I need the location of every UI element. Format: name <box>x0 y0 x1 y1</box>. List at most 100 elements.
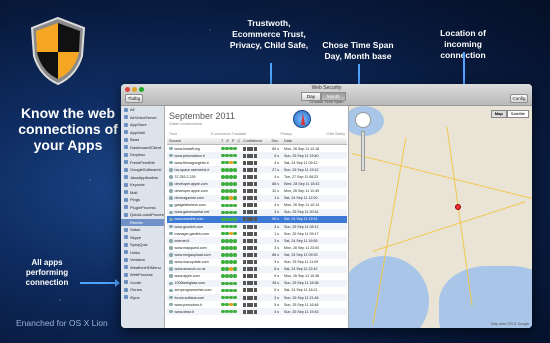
confidence-bar-icon <box>253 153 257 158</box>
source-text: 1005webglass.com <box>174 281 206 286</box>
sidebar-item[interactable]: WeatherHDMenu <box>121 264 164 272</box>
table-row[interactable]: www.thesaguegetto.it 4 s Sat, 24 Sep 11 09… <box>167 159 347 166</box>
col-source[interactable]: Source <box>167 139 221 143</box>
filter-trust[interactable]: Trust <box>169 132 177 136</box>
source-cell: developer.apple.com <box>167 182 221 186</box>
table-row[interactable]: forum.softana.com 3 s Sun, 25 Sep 11 21:46 <box>167 293 347 302</box>
table-row[interactable]: www.mapquest.com 3 s Mon, 26 Sep 11 23:00 <box>167 244 347 251</box>
table-row[interactable]: devmagazine.com 1 s Sat, 24 Sep 11 12:20 <box>167 194 347 202</box>
map-type-map[interactable]: Map <box>490 110 507 118</box>
sidebar-item[interactable]: Dropbox <box>121 151 164 159</box>
table-row[interactable]: 37.253.2.239 4 s Tue, 27 Sep 11 08:23 <box>167 173 347 180</box>
sidebar-item[interactable]: iTunes <box>121 286 164 294</box>
table-row[interactable]: gadgetsforless.com 4 s Mon, 26 Sep 11 10:1… <box>167 202 347 209</box>
sidebar-item[interactable]: PluginProcess <box>121 204 164 212</box>
col-confidence[interactable]: Confidence <box>243 139 265 143</box>
trust-dot-icon <box>225 260 229 264</box>
date-cell: Mon, 26 Sep 11 10:14 <box>284 203 320 208</box>
source-cell: hw-space.usemetrix.it <box>167 168 221 172</box>
trust-indicators <box>221 239 243 243</box>
sec-cell: 4 s <box>274 309 279 314</box>
table-row[interactable]: www.gsocket.com 3 s Sun, 25 Sep 11 08:12 <box>167 223 347 231</box>
sidebar-item[interactable]: AppStore <box>121 121 164 129</box>
source-text: gadgetsforless.com <box>174 203 206 208</box>
map-panel[interactable]: Map Satellite Map data ©2011 Google <box>349 106 532 328</box>
sidebar-item[interactable]: iSync <box>121 294 164 302</box>
sec-cell: 3 s <box>274 238 279 243</box>
app-icon <box>124 220 128 225</box>
source-cell: www.pomodoro.it <box>167 303 221 307</box>
trust-dot-icon <box>221 239 225 243</box>
trust-dot-icon <box>233 288 237 293</box>
trust-dot-icon <box>233 246 237 250</box>
favicon-icon <box>169 253 173 257</box>
col-date[interactable]: Date <box>281 139 331 143</box>
sidebar-item[interactable]: Ventana <box>121 256 164 264</box>
date-cell: Sat, 24 Sep 11 12:20 <box>284 196 318 201</box>
table-row[interactable]: manager.gardelo.com 1 s Sun, 25 Sep 11 09:… <box>167 230 347 237</box>
table-row[interactable]: www.wbsx.it 4 s Sun, 25 Sep 11 19:43 <box>167 308 347 316</box>
confidence-bar-icon <box>253 160 257 165</box>
table-row[interactable]: www.gamesactive.net 3 s Sun, 25 Sep 11 20:… <box>167 208 347 216</box>
app-icon <box>124 122 128 127</box>
sidebar-item[interactable]: Mail <box>121 189 164 197</box>
col-sec[interactable]: Sec. <box>265 139 281 143</box>
sidebar-item[interactable]: WebProcess <box>121 271 164 279</box>
table-row[interactable]: zeroprogramecher.com 5 s Sat, 24 Sep 11 16… <box>167 287 347 294</box>
trust-dot-icon <box>229 231 233 236</box>
confidence-bar-icon <box>253 167 257 172</box>
sidebar-item[interactable]: Uniko <box>121 249 164 257</box>
sidebar-item[interactable]: QuickLookdProcess <box>121 211 164 219</box>
sidebar-item[interactable]: Reeder <box>121 218 164 226</box>
filter-privacy[interactable]: Privacy <box>280 132 291 136</box>
map-pan-control[interactable] <box>355 112 371 128</box>
source-cell: forum.softana.com <box>167 296 221 300</box>
sidebar-item[interactable]: JavaApplication <box>121 174 164 182</box>
sidebar-item[interactable]: AppWall <box>121 129 164 137</box>
sidebar-item[interactable]: Dashboard/Client <box>121 144 164 152</box>
sidebar-item[interactable]: All <box>121 106 164 114</box>
sidebar-item[interactable]: Keynote <box>121 181 164 189</box>
sidebar-item[interactable]: Blast <box>121 136 164 144</box>
table-row[interactable]: www.megaupload.com 86 s Sat, 24 Sep 11 09:… <box>167 251 347 259</box>
table-row[interactable]: www.petrostation.it 5 s Sun, 25 Sep 11 19:… <box>167 152 347 160</box>
table-row[interactable]: www.macfirle.com 59 s Sat, 24 Sep 11 19:31 <box>167 215 347 224</box>
sidebar-item[interactable]: AirVideoServer <box>121 114 164 122</box>
table-row[interactable]: developer.apple.com 32 s Mon, 26 Sep 11 12… <box>167 188 347 195</box>
table-row[interactable]: www.kirstaff.org 85 s Mon, 26 Sep 11 12:18 <box>167 145 347 152</box>
map-type-satellite[interactable]: Satellite <box>506 110 529 118</box>
table-row[interactable]: www.amazon.co.uk 6 s Sat, 24 Sep 11 22:42 <box>167 265 347 273</box>
trust-dot-icon <box>229 175 233 179</box>
filter-ecommerce[interactable]: E-commerce Trustable <box>211 132 246 136</box>
source-text: www.macfirle.com <box>174 217 204 222</box>
date-cell: Sun, 25 Sep 11 11:09 <box>284 260 319 265</box>
trust-indicators <box>221 196 243 200</box>
filter-child-safety[interactable]: Child Safety <box>326 132 345 136</box>
sidebar-item[interactable]: Xcode <box>121 279 164 287</box>
trust-dot-icon <box>221 217 225 222</box>
table-row[interactable]: 1005webglass.com 35 s Sun, 25 Sep 11 18:38 <box>167 279 347 287</box>
sidebar-item-label: Ventana <box>130 257 145 263</box>
table-row[interactable]: developer.apple.com 88 s Wed, 28 Sep 11 15… <box>167 180 347 188</box>
connection-location-pin-icon[interactable] <box>455 204 461 210</box>
connections-panel: September 2011 Safari connections Trust … <box>165 106 349 328</box>
sidebar-item[interactable]: Safari <box>121 226 164 234</box>
favicon-icon <box>169 203 173 208</box>
trust-indicators <box>221 160 243 165</box>
annotation-apps: All apps performing connection <box>25 258 69 287</box>
source-cell: www.thesaguegetto.it <box>167 161 221 165</box>
table-row[interactable]: hw-space.usemetrix.it 27 s Sun, 25 Sep 11 … <box>167 166 347 174</box>
sidebar-item[interactable]: Skype <box>121 234 164 242</box>
table-row[interactable]: www.apple.com 9 s Mon, 26 Sep 11 10:38 <box>167 273 347 280</box>
sidebar-item[interactable]: GoogleSoftwareU <box>121 166 164 174</box>
map-zoom-slider[interactable] <box>361 131 365 171</box>
config-button[interactable]: Config <box>510 94 528 103</box>
trust-dot-icon <box>229 217 233 222</box>
sidebar-item[interactable]: SpeqQuiz <box>121 241 164 249</box>
sidebar-item[interactable]: Pings <box>121 196 164 204</box>
sidebar-item[interactable]: FreshFeedMe <box>121 159 164 167</box>
table-row[interactable]: internet.it 3 s Sat, 24 Sep 11 16:55 <box>167 237 347 245</box>
trust-indicators <box>221 203 243 208</box>
table-row[interactable]: www.pomodoro.it 5 s Sun, 25 Sep 11 16:46 <box>167 301 347 308</box>
table-row[interactable]: www.macupdate.com 3 s Sun, 25 Sep 11 11:09 <box>167 259 347 266</box>
